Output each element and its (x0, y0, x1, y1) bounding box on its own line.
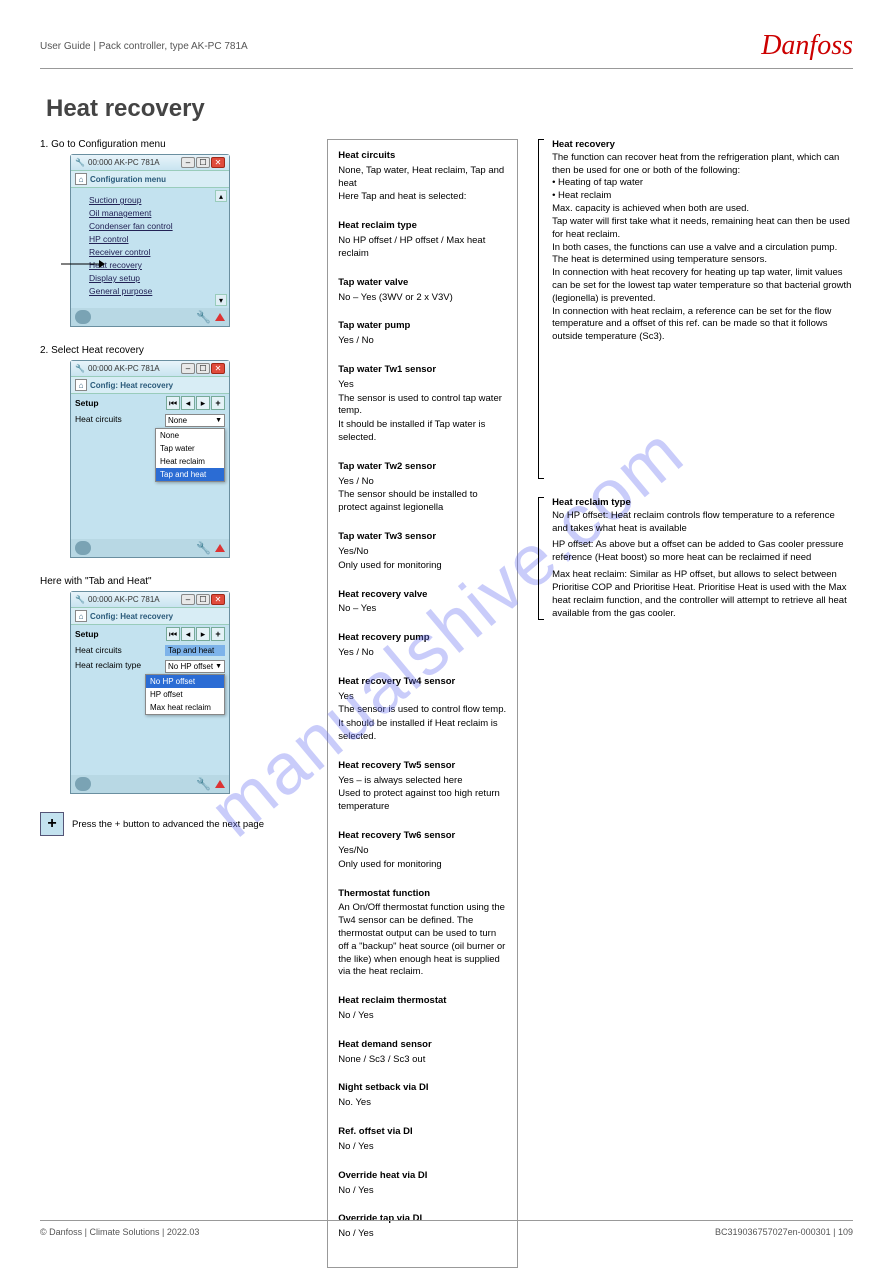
menu-item-receiver[interactable]: Receiver control (89, 247, 223, 257)
alert-icon (215, 313, 225, 321)
header-subtitle: User Guide | Pack controller, type AK-PC… (40, 41, 248, 52)
maximize-button[interactable]: ☐ (196, 363, 210, 374)
maximize-button[interactable]: ☐ (196, 594, 210, 605)
side-note-heat-recovery: Heat recovery The function can recover h… (538, 139, 853, 479)
plus-button-note: Press the + button to advanced the next … (72, 819, 264, 830)
status-pill-icon (75, 777, 91, 791)
heat-reclaim-type-label: Heat reclaim type (75, 660, 165, 673)
step-1-label: 1. Go to Configuration menu (40, 139, 307, 150)
alert-icon (215, 544, 225, 552)
description-frame: Heat circuitsNone, Tap water, Heat recla… (327, 139, 518, 1268)
heat-circuits-label: Heat circuits (75, 645, 165, 656)
app-icon: 🔧 (75, 158, 85, 168)
wrench-icon: 🔧 (196, 541, 211, 555)
nav-first-button[interactable]: ⏮ (166, 627, 180, 641)
close-button[interactable]: ✕ (211, 363, 225, 374)
setup-label: Setup (75, 629, 166, 639)
nav-first-button[interactable]: ⏮ (166, 396, 180, 410)
scroll-down-button[interactable]: ▾ (215, 294, 227, 306)
heat-reclaim-type-select[interactable]: No HP offset▼ (165, 660, 225, 673)
nav-add-button[interactable]: + (211, 396, 225, 410)
dropdown-option[interactable]: Max heat reclaim (146, 701, 224, 714)
footer-right: BC319036757027en-000301 | 109 (715, 1227, 853, 1237)
step-2-label: 2. Select Heat recovery (40, 345, 307, 356)
home-icon[interactable]: ⌂ (75, 173, 87, 185)
scroll-up-button[interactable]: ▴ (215, 190, 227, 202)
dropdown-option[interactable]: None (156, 429, 224, 442)
app-icon: 🔧 (75, 595, 85, 605)
dropdown-option[interactable]: Heat reclaim (156, 455, 224, 468)
window-subtitle: Config: Heat recovery (90, 381, 173, 390)
close-button[interactable]: ✕ (211, 594, 225, 605)
minimize-button[interactable]: – (181, 363, 195, 374)
heat-circuits-value[interactable]: Tap and heat (165, 645, 225, 656)
dropdown-option[interactable]: HP offset (146, 688, 224, 701)
window-subtitle: Config: Heat recovery (90, 612, 173, 621)
wrench-icon: 🔧 (196, 777, 211, 791)
wrench-icon: 🔧 (196, 310, 211, 324)
heat-recovery-window: 🔧 00:000 AK-PC 781A – ☐ ✕ ⌂ Config: Heat… (70, 360, 230, 558)
status-pill-icon (75, 541, 91, 555)
side-note-reclaim-type: Heat reclaim type No HP offset: Heat rec… (538, 497, 853, 620)
heat-circuits-select[interactable]: None▼ (165, 414, 225, 427)
chevron-down-icon: ▼ (215, 417, 222, 424)
brand-logo: Danfoss (761, 30, 853, 62)
bracket-icon (538, 497, 546, 620)
close-button[interactable]: ✕ (211, 157, 225, 168)
status-pill-icon (75, 310, 91, 324)
alert-icon (215, 780, 225, 788)
minimize-button[interactable]: – (181, 594, 195, 605)
menu-item-display[interactable]: Display setup (89, 273, 223, 283)
nav-next-button[interactable]: ▸ (196, 627, 210, 641)
page-header: User Guide | Pack controller, type AK-PC… (40, 30, 853, 69)
menu-item-oil[interactable]: Oil management (89, 208, 223, 218)
dropdown-option-selected[interactable]: Tap and heat (156, 468, 224, 481)
heat-reclaim-dropdown: No HP offset HP offset Max heat reclaim (145, 674, 225, 715)
menu-item-heat-recovery[interactable]: Heat recovery (89, 260, 223, 270)
maximize-button[interactable]: ☐ (196, 157, 210, 168)
minimize-button[interactable]: – (181, 157, 195, 168)
config-menu-window: 🔧 00:000 AK-PC 781A – ☐ ✕ ⌂ Configuratio… (70, 154, 230, 327)
dropdown-option-selected[interactable]: No HP offset (146, 675, 224, 688)
chevron-down-icon: ▼ (215, 663, 222, 670)
page-footer: © Danfoss | Climate Solutions | 2022.03 … (40, 1220, 853, 1237)
window-title: 00:000 AK-PC 781A (88, 364, 181, 373)
heat-circuits-label: Heat circuits (75, 414, 165, 427)
footer-left: © Danfoss | Climate Solutions | 2022.03 (40, 1227, 199, 1237)
menu-item-suction[interactable]: Suction group (89, 195, 223, 205)
setup-label: Setup (75, 398, 166, 408)
home-icon[interactable]: ⌂ (75, 610, 87, 622)
heat-circuits-dropdown: None Tap water Heat reclaim Tap and heat (155, 428, 225, 482)
dropdown-option[interactable]: Tap water (156, 442, 224, 455)
pointer-arrow-icon (61, 260, 105, 268)
nav-next-button[interactable]: ▸ (196, 396, 210, 410)
heat-recovery-window-populated: 🔧 00:000 AK-PC 781A – ☐ ✕ ⌂ Config: Heat… (70, 591, 230, 794)
menu-item-general[interactable]: General purpose (89, 286, 223, 296)
window-title: 00:000 AK-PC 781A (88, 158, 181, 167)
menu-item-condenser[interactable]: Condenser fan control (89, 221, 223, 231)
menu-item-hp[interactable]: HP control (89, 234, 223, 244)
nav-add-button[interactable]: + (211, 627, 225, 641)
window-title: 00:000 AK-PC 781A (88, 595, 181, 604)
nav-prev-button[interactable]: ◂ (181, 396, 195, 410)
bracket-icon (538, 139, 546, 479)
app-icon: 🔧 (75, 364, 85, 374)
page-title: Heat recovery (46, 95, 853, 123)
plus-button-icon[interactable]: + (40, 812, 64, 836)
window-subtitle: Configuration menu (90, 175, 166, 184)
nav-prev-button[interactable]: ◂ (181, 627, 195, 641)
step-3-label: Here with "Tab and Heat" (40, 576, 307, 587)
home-icon[interactable]: ⌂ (75, 379, 87, 391)
